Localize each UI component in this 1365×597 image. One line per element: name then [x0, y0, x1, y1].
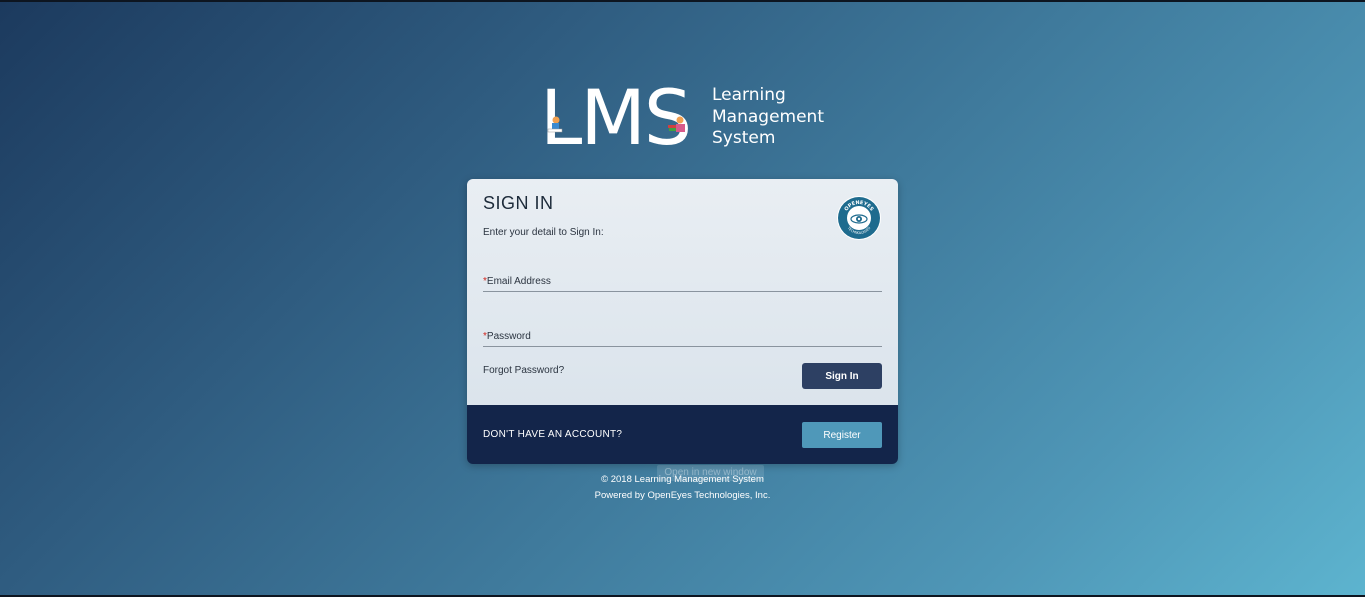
forgot-password-link[interactable]: Forgot Password? [483, 365, 564, 376]
signin-card: SIGN IN Enter your detail to Sign In: OP… [467, 179, 898, 464]
email-input[interactable] [483, 271, 882, 291]
copyright-text: © 2018 Learning Management System [601, 474, 764, 485]
signin-button[interactable]: Sign In [802, 363, 882, 389]
no-account-text: DON'T HAVE AN ACCOUNT? [483, 429, 623, 440]
signin-title: SIGN IN [483, 193, 554, 213]
password-input[interactable] [483, 326, 882, 346]
reading-child-icon [547, 116, 563, 133]
logo-line-1: Learning [712, 85, 786, 105]
register-band: DON'T HAVE AN ACCOUNT? Register [467, 405, 898, 464]
password-field: *Password [483, 326, 882, 347]
powered-by-text: Powered by OpenEyes Technologies, Inc. [594, 490, 771, 501]
top-border [0, 0, 1365, 2]
books-child-icon [668, 116, 685, 132]
logo-line-2: Management [712, 106, 824, 127]
logo-text: Learning Management System [712, 85, 824, 150]
signin-form: SIGN IN Enter your detail to Sign In: OP… [467, 179, 898, 405]
register-button[interactable]: Register [802, 422, 882, 448]
app-logo: LMS Learning Management System [540, 80, 840, 158]
signin-subtitle: Enter your detail to Sign In: [483, 227, 604, 238]
openeyes-logo-icon: OPENEYES TECHNOLOGIES [837, 196, 881, 240]
logo-line-3: System [712, 128, 776, 148]
email-field: *Email Address [483, 271, 882, 292]
